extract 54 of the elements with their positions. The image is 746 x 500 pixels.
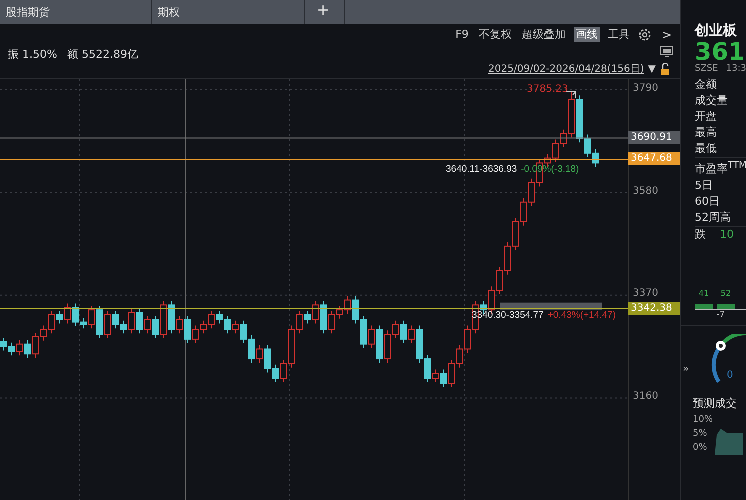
forecast-tick: 5% <box>693 428 708 439</box>
date-range-link[interactable]: 2025/09/02-2026/04/28(156日) <box>488 62 644 76</box>
toolbar-button[interactable]: 画线 <box>574 27 600 42</box>
field-label: 开盘 <box>695 109 717 125</box>
time-label: 13:3 <box>726 64 746 74</box>
price-badge: 3647.68 <box>628 152 680 166</box>
field-value: 10 <box>720 226 734 243</box>
next-button[interactable]: > <box>658 28 676 42</box>
field-label: 52周高 <box>695 210 731 226</box>
quote-stat: 振 1.50% <box>8 48 58 60</box>
forecast-area-drawing <box>715 428 744 455</box>
price-tick: 3580 <box>633 186 658 197</box>
range-label: 3640.11-3636.93 <box>446 164 518 175</box>
high-price-label: 3785.23 <box>527 84 568 95</box>
field-label: 60日 <box>695 194 720 210</box>
change-label: +0.43%(+14.47) <box>548 310 616 321</box>
field-label: 金额 <box>695 77 717 93</box>
add-tab-button[interactable]: + <box>305 0 345 24</box>
price-badge: 3690.91 <box>628 131 680 144</box>
tab[interactable]: 股指期货 <box>0 0 152 24</box>
toolbar-button[interactable]: F9 <box>454 28 471 41</box>
axis-label: -7 <box>717 310 725 319</box>
field-label: 市盈率$^{TTM}$ <box>695 159 746 178</box>
price-badge: 3342.38 <box>628 302 680 315</box>
dropdown-button[interactable]: ▼ <box>648 64 656 74</box>
price-tick: 3370 <box>633 288 658 300</box>
volume-bar <box>695 304 713 309</box>
quote-stat: 额 5522.89亿 <box>67 48 138 60</box>
index-name: 创业板 <box>695 22 738 40</box>
price-tick: 3160 <box>633 391 658 402</box>
field-label: 5日 <box>695 178 713 194</box>
settings-icon[interactable] <box>638 28 652 42</box>
toolbar-button[interactable]: 工具 <box>606 27 632 42</box>
arrow-icon <box>566 92 576 98</box>
forecast-tick: 0% <box>693 442 708 453</box>
field-label: 最低 <box>695 141 717 157</box>
field-label: 成交量 <box>695 93 728 109</box>
exchange-label: SZSE <box>695 64 718 74</box>
lock-icon[interactable] <box>660 62 670 76</box>
gauge-label: 0 <box>727 370 734 381</box>
tab[interactable]: 期权 <box>152 0 305 24</box>
toolbar-button[interactable]: 超级叠加 <box>520 27 568 42</box>
toolbar-button[interactable]: 不复权 <box>476 27 514 42</box>
field-label: 最高 <box>695 125 717 141</box>
forecast-title: 预测成交 <box>693 396 738 411</box>
index-price: 361 <box>695 40 746 64</box>
bar-value: 52 <box>720 288 732 298</box>
collapse-button[interactable]: » <box>683 364 690 375</box>
bar-value: 41 <box>698 288 710 298</box>
forecast-tick: 10% <box>693 414 714 425</box>
field-label: 跌 <box>695 226 706 243</box>
volume-bar <box>717 304 735 309</box>
monitor-icon[interactable] <box>660 46 674 58</box>
price-tick: 3790 <box>633 82 658 94</box>
